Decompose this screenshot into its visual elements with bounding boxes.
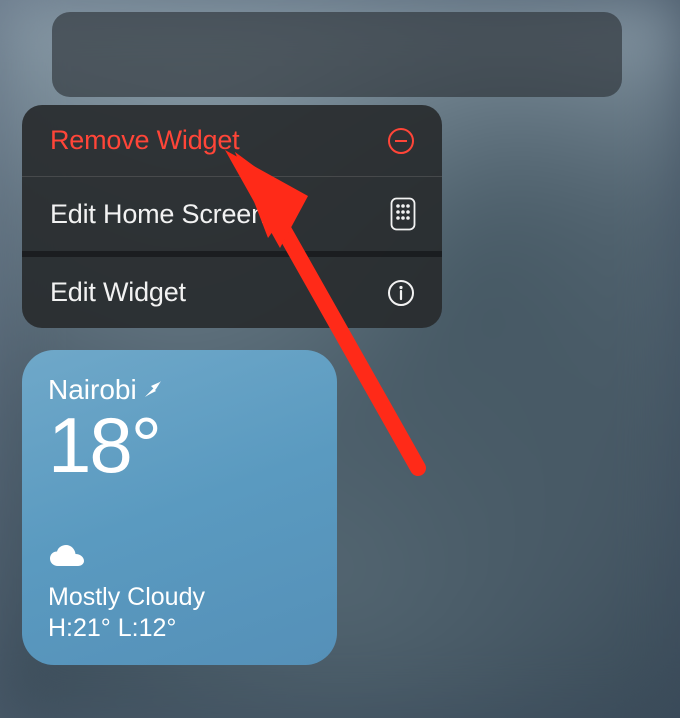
widget-context-menu: Remove Widget Edit Home Screen [22, 105, 442, 328]
weather-condition: Mostly Cloudy [48, 583, 311, 612]
cloud-icon [48, 544, 311, 575]
weather-bottom-section: Mostly Cloudy H:21° L:12° [48, 544, 311, 643]
remove-widget-label: Remove Widget [50, 125, 239, 156]
edit-home-screen-label: Edit Home Screen [50, 199, 266, 230]
edit-home-screen-menu-item[interactable]: Edit Home Screen [22, 177, 442, 257]
edit-widget-label: Edit Widget [50, 277, 186, 308]
weather-temperature: 18° [48, 406, 311, 484]
remove-minus-circle-icon [386, 126, 416, 156]
remove-widget-menu-item[interactable]: Remove Widget [22, 105, 442, 177]
background-card [52, 12, 622, 97]
weather-high-low: H:21° L:12° [48, 614, 311, 643]
edit-widget-menu-item[interactable]: Edit Widget [22, 257, 442, 328]
home-screen-grid-icon [390, 197, 416, 231]
weather-top-section: Nairobi 18° [48, 374, 311, 484]
weather-widget[interactable]: Nairobi 18° Mostly Cloudy H:21° L:12° [22, 350, 337, 665]
info-circle-icon [386, 278, 416, 308]
